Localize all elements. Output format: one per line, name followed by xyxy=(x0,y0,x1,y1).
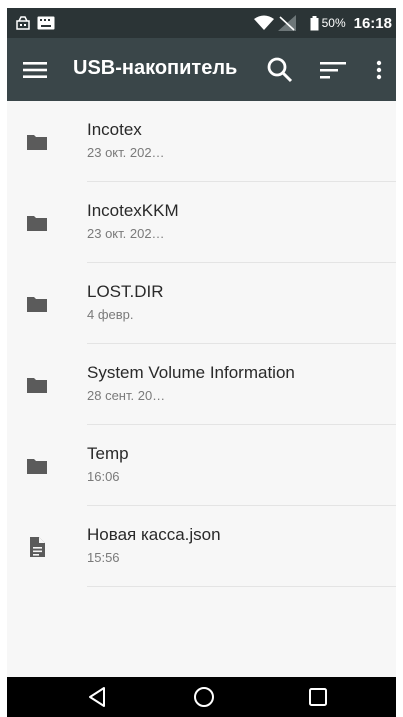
back-button[interactable] xyxy=(86,685,110,709)
sort-icon xyxy=(320,62,346,79)
folder-icon xyxy=(27,378,47,393)
file-row-lost-dir[interactable]: LOST.DIR 4 февр. xyxy=(7,263,396,344)
file-name: System Volume Information xyxy=(87,363,295,382)
more-options-button[interactable] xyxy=(369,55,389,85)
file-name: LOST.DIR xyxy=(87,282,164,301)
recent-apps-button[interactable] xyxy=(306,685,330,709)
status-clock: 16:18 xyxy=(353,14,392,32)
file-date: 4 февр. xyxy=(87,307,134,322)
search-icon xyxy=(267,57,293,83)
file-row-incotexkkm[interactable]: IncotexKKM 23 окт. 202… xyxy=(7,182,396,263)
file-date: 23 окт. 202… xyxy=(87,145,165,160)
status-right-icons: 50% 16:18 xyxy=(253,8,392,38)
file-row-novaya-kassa-json[interactable]: Новая касса.json 15:56 xyxy=(7,506,396,587)
home-button[interactable] xyxy=(192,685,216,709)
divider xyxy=(87,586,396,587)
file-list: Incotex 23 окт. 202… IncotexKKM 23 окт. … xyxy=(7,101,396,587)
file-date: 15:56 xyxy=(87,550,120,565)
file-date: 28 сент. 20… xyxy=(87,388,166,403)
status-bar: 50% 16:18 xyxy=(7,8,396,38)
folder-icon xyxy=(27,297,47,312)
folder-icon xyxy=(27,135,47,150)
wifi-icon xyxy=(253,15,274,30)
screen: 50% 16:18 USB-накопитель Incotex 23 окт.… xyxy=(7,8,396,717)
app-bar: USB-накопитель xyxy=(7,38,396,101)
document-icon xyxy=(30,537,45,557)
navigation-bar xyxy=(7,677,396,717)
file-name: Новая касса.json xyxy=(87,525,221,544)
sort-button[interactable] xyxy=(319,57,347,83)
file-name: Incotex xyxy=(87,120,142,139)
file-row-system-volume-information[interactable]: System Volume Information 28 сент. 20… xyxy=(7,344,396,425)
file-name: Temp xyxy=(87,444,129,463)
file-row-incotex[interactable]: Incotex 23 окт. 202… xyxy=(7,101,396,182)
more-vert-icon xyxy=(376,60,382,80)
file-name: IncotexKKM xyxy=(87,201,179,220)
menu-icon xyxy=(23,62,47,78)
folder-icon xyxy=(27,216,47,231)
usb-debug-icon xyxy=(16,16,30,30)
no-signal-icon xyxy=(277,15,296,31)
home-icon xyxy=(194,687,214,707)
file-date: 23 окт. 202… xyxy=(87,226,165,241)
file-row-temp[interactable]: Temp 16:06 xyxy=(7,425,396,506)
keyboard-icon xyxy=(37,16,55,30)
search-button[interactable] xyxy=(265,55,295,85)
recent-apps-icon xyxy=(309,688,327,706)
file-date: 16:06 xyxy=(87,469,120,484)
folder-icon xyxy=(27,459,47,474)
battery-icon xyxy=(310,15,319,30)
menu-button[interactable] xyxy=(21,56,49,84)
back-icon xyxy=(89,687,105,707)
page-title: USB-накопитель xyxy=(73,57,238,79)
status-left-icons xyxy=(15,15,55,31)
battery-percent: 50% xyxy=(321,16,346,30)
